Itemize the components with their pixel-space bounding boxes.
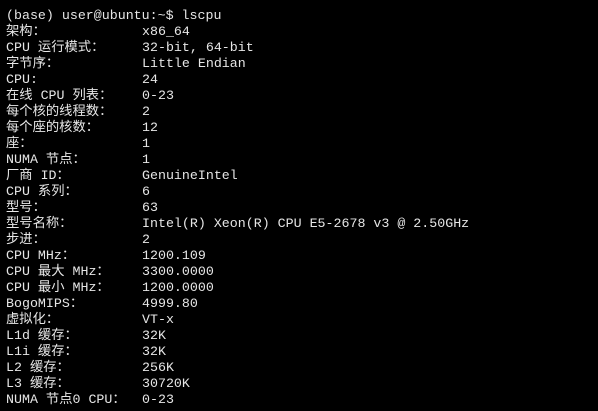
- output-row: CPU 系列： 6: [6, 184, 150, 200]
- row-value: 1: [142, 136, 150, 151]
- row-value: 32K: [142, 344, 166, 359]
- output-row: CPU 最大 MHz： 3300.0000: [6, 264, 214, 280]
- row-value: Intel(R) Xeon(R) CPU E5-2678 v3 @ 2.50GH…: [142, 216, 470, 231]
- output-row: 字节序： Little Endian: [6, 56, 246, 72]
- output-row: NUMA 节点0 CPU： 0-23: [6, 392, 174, 408]
- row-label: 架构：: [6, 24, 46, 39]
- row-label: 字节序：: [6, 56, 60, 71]
- row-value: Little Endian: [142, 56, 246, 71]
- row-value: 0-23: [142, 88, 174, 103]
- row-label: 厂商 ID：: [6, 168, 70, 183]
- row-label: 在线 CPU 列表：: [6, 88, 113, 103]
- row-value: 3300.0000: [142, 264, 214, 279]
- row-label: NUMA 节点0 CPU：: [6, 392, 126, 407]
- row-label: 步进：: [6, 232, 46, 247]
- row-value: 256K: [142, 360, 174, 375]
- output-row: BogoMIPS： 4999.80: [6, 296, 198, 312]
- output-row: CPU 最小 MHz： 1200.0000: [6, 280, 214, 296]
- row-label: CPU 系列：: [6, 184, 78, 199]
- output-row: 型号名称： Intel(R) Xeon(R) CPU E5-2678 v3 @ 2…: [6, 216, 469, 232]
- output-row: L1i 缓存： 32K: [6, 344, 166, 360]
- row-value: GenuineIntel: [142, 168, 238, 183]
- row-value: 24: [142, 72, 158, 87]
- row-value: 32K: [142, 328, 166, 343]
- row-label: CPU MHz：: [6, 248, 76, 263]
- row-label: 型号：: [6, 200, 46, 215]
- output-row: CPU: 24: [6, 72, 158, 88]
- row-value: 4999.80: [142, 296, 198, 311]
- output-row: 虚拟化： VT-x: [6, 312, 174, 328]
- row-label: CPU:: [6, 72, 38, 87]
- output-row: L2 缓存： 256K: [6, 360, 174, 376]
- terminal-window[interactable]: (base) user@ubuntu:~$ lscpu 架构： x86_64 CPU…: [0, 0, 598, 411]
- row-label: L3 缓存：: [6, 376, 70, 391]
- row-value: x86_64: [142, 24, 190, 39]
- row-value: 1: [142, 152, 150, 167]
- row-label: L1d 缓存：: [6, 328, 78, 343]
- row-label: 每个核的线程数：: [6, 104, 113, 119]
- output-row: 座： 1: [6, 136, 150, 152]
- row-value: 30720K: [142, 376, 190, 391]
- output-row: 厂商 ID： GenuineIntel: [6, 168, 238, 184]
- row-label: 每个座的核数：: [6, 120, 100, 135]
- row-value: 32-bit, 64-bit: [142, 40, 254, 55]
- row-label: 型号名称：: [6, 216, 73, 231]
- row-value: 2: [142, 104, 150, 119]
- row-value: 6: [142, 184, 150, 199]
- row-label: CPU 最大 MHz：: [6, 264, 110, 279]
- row-label: 座：: [6, 136, 33, 151]
- output-row: L3 缓存： 30720K: [6, 376, 190, 392]
- output-row: 步进： 2: [6, 232, 150, 248]
- row-value: 1200.109: [142, 248, 206, 263]
- output-row: 架构： x86_64: [6, 24, 190, 40]
- output-row: 型号： 63: [6, 200, 158, 216]
- command-prompt: (base) user@ubuntu:~$ lscpu: [6, 8, 222, 23]
- row-label: L2 缓存：: [6, 360, 70, 375]
- row-value: 63: [142, 200, 158, 215]
- row-label: CPU 运行模式：: [6, 40, 105, 55]
- row-value: 12: [142, 120, 158, 135]
- row-label: L1i 缓存：: [6, 344, 78, 359]
- row-value: 2: [142, 232, 150, 247]
- output-row: 每个座的核数： 12: [6, 120, 158, 136]
- row-label: BogoMIPS：: [6, 296, 84, 311]
- output-row: 每个核的线程数： 2: [6, 104, 150, 120]
- row-value: 0-23: [142, 392, 174, 407]
- row-label: CPU 最小 MHz：: [6, 280, 110, 295]
- output-row: CPU MHz： 1200.109: [6, 248, 206, 264]
- row-label: 虚拟化：: [6, 312, 60, 327]
- output-row: L1d 缓存： 32K: [6, 328, 166, 344]
- output-row: NUMA 节点： 1: [6, 152, 150, 168]
- row-value: 1200.0000: [142, 280, 214, 295]
- row-label: NUMA 节点：: [6, 152, 86, 167]
- row-value: VT-x: [142, 312, 174, 327]
- output-row: CPU 运行模式： 32-bit, 64-bit: [6, 40, 254, 56]
- output-row: 在线 CPU 列表： 0-23: [6, 88, 174, 104]
